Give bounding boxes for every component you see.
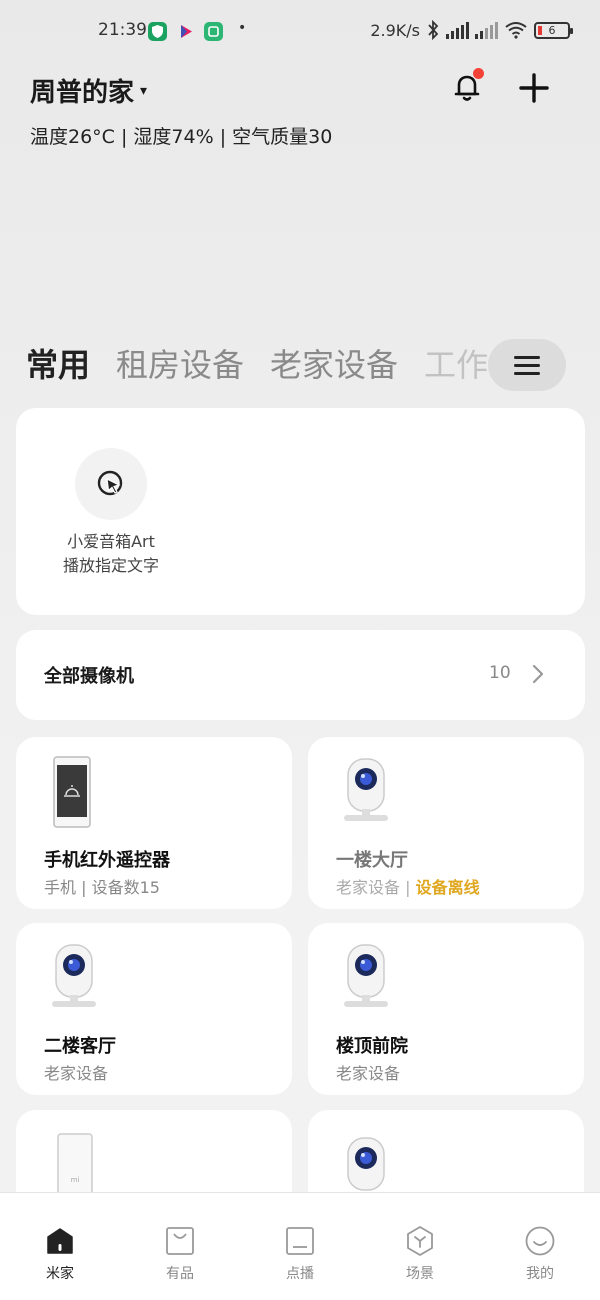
mijia-app-icon	[204, 22, 223, 41]
svg-text:mi: mi	[71, 1176, 80, 1184]
nav-mijia[interactable]: 米家	[0, 1193, 120, 1300]
add-device-button[interactable]	[517, 70, 551, 106]
shortcut-card: 小爱音箱Art 播放指定文字	[16, 408, 585, 615]
status-time: 21:39	[98, 20, 147, 40]
nav-dianbo[interactable]: 点播	[240, 1193, 360, 1300]
play-app-icon	[176, 22, 195, 41]
net-speed: 2.9K/s	[370, 20, 420, 40]
home-selector[interactable]: 周普的家 ▾	[30, 72, 147, 109]
cursor-click-icon	[97, 470, 123, 496]
device-card-second-floor-living[interactable]: 二楼客厅 老家设备	[16, 923, 292, 1095]
status-right: 2.9K/s 6	[370, 20, 573, 40]
home-name: 周普的家	[30, 78, 135, 108]
shortcut-icon-wrap	[75, 448, 147, 520]
chevron-right-icon	[532, 664, 544, 684]
device-card-first-floor-hall[interactable]: 一楼大厅 老家设备 | 设备离线	[308, 737, 584, 909]
device-name: 二楼客厅	[44, 1036, 116, 1057]
wifi-icon	[505, 22, 527, 39]
nav-scene[interactable]: 场景	[360, 1193, 480, 1300]
menu-icon-bar	[514, 371, 540, 375]
environment-summary: 温度26°C | 湿度74% | 空气质量30	[30, 126, 333, 148]
nav-label: 场景	[406, 1266, 434, 1282]
nav-profile[interactable]: 我的	[480, 1193, 600, 1300]
device-name: 手机红外遥控器	[44, 850, 170, 871]
device-name: 一楼大厅	[336, 850, 408, 871]
tab-hometown-devices[interactable]: 老家设备	[270, 340, 398, 390]
device-subtitle: 老家设备	[44, 1064, 109, 1083]
device-subtitle: 老家设备 | 设备离线	[336, 874, 480, 898]
bluetooth-icon	[428, 20, 439, 40]
nav-label: 米家	[46, 1266, 74, 1282]
nav-youpin[interactable]: 有品	[120, 1193, 240, 1300]
camera-icon	[52, 944, 96, 1007]
nav-label: 有品	[166, 1266, 194, 1282]
device-name: 楼顶前院	[336, 1036, 408, 1057]
device-subtitle: 老家设备	[336, 1064, 401, 1083]
signal-icon-2	[475, 21, 498, 39]
notification-badge	[473, 68, 484, 79]
home-icon	[47, 1228, 73, 1254]
device-subtitle: 手机 | 设备数15	[44, 878, 160, 897]
device-subtitle-group: 老家设备 |	[336, 878, 416, 897]
all-cameras-count: 10	[489, 663, 511, 683]
tabs-menu-button[interactable]	[488, 339, 566, 391]
battery-level: 6	[548, 23, 556, 37]
tab-changyong[interactable]: 常用	[26, 340, 90, 390]
shortcut-label-line2: 播放指定文字	[62, 556, 159, 575]
signal-icon	[446, 21, 469, 39]
status-dot: •	[238, 20, 247, 36]
room-tabs: 常用 租房设备 老家设备 工作	[26, 340, 496, 390]
tab-work[interactable]: 工作	[424, 340, 488, 390]
offline-status: 设备离线	[415, 878, 480, 897]
camera-icon	[344, 944, 388, 1007]
menu-icon-bar	[514, 363, 540, 367]
camera-icon	[344, 758, 388, 821]
all-cameras-title: 全部摄像机	[44, 666, 134, 687]
tv-icon	[286, 1227, 314, 1255]
tab-rental-devices[interactable]: 租房设备	[116, 340, 244, 390]
shortcut-label-line1: 小爱音箱Art	[67, 532, 155, 551]
smile-profile-icon	[525, 1226, 555, 1256]
device-card-rooftop-yard[interactable]: 楼顶前院 老家设备	[308, 923, 584, 1095]
battery-icon: 6	[534, 21, 573, 39]
hexagon-scene-icon	[407, 1226, 433, 1256]
bottom-navigation: 米家 有品 点播 场景 我的	[0, 1192, 600, 1300]
notification-button[interactable]	[450, 68, 484, 104]
shield-app-icon	[148, 22, 167, 41]
caret-down-icon: ▾	[140, 82, 148, 99]
phone-remote-icon	[53, 756, 91, 828]
device-card-phone-remote[interactable]: 手机红外遥控器 手机 | 设备数15	[16, 737, 292, 909]
nav-label: 点播	[286, 1266, 314, 1282]
nav-label: 我的	[526, 1266, 554, 1282]
status-bar: 21:39 • 2.9K/s 6	[0, 0, 600, 62]
plus-icon	[519, 73, 549, 103]
menu-icon-bar	[514, 355, 540, 359]
shop-bag-icon	[166, 1227, 194, 1255]
shortcut-xiaoai-art[interactable]: 小爱音箱Art 播放指定文字	[56, 448, 166, 578]
all-cameras-row[interactable]: 全部摄像机 10	[16, 630, 585, 720]
